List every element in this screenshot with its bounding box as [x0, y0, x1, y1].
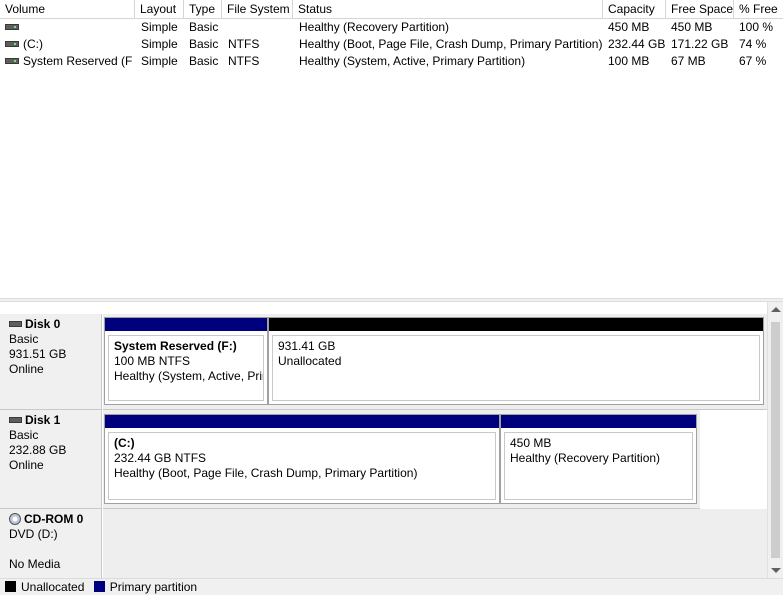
partition-status: Healthy (Recovery Partition): [510, 451, 661, 465]
capacity-cell: 232.44 GB: [608, 37, 665, 51]
volume-row[interactable]: System Reserved (F:) Simple Basic NTFS H…: [0, 53, 783, 70]
disk-name: CD-ROM 0: [24, 512, 84, 526]
scroll-up-icon[interactable]: [771, 307, 781, 312]
disk-label[interactable]: Disk 0 Basic 931.51 GB Online: [0, 314, 102, 410]
partition-type-bar: [501, 415, 696, 428]
disk-kind: DVD (D:): [9, 527, 58, 541]
disk-label[interactable]: Disk 1 Basic 232.88 GB Online: [0, 410, 102, 509]
file-system-cell: [228, 19, 292, 36]
partition-details: 450 MB Healthy (Recovery Partition): [504, 432, 693, 500]
column-header-layout[interactable]: Layout: [135, 0, 184, 18]
drive-icon: [5, 23, 19, 30]
legend-unallocated: Unallocated: [21, 580, 85, 594]
disk-kind: Basic: [9, 332, 39, 346]
disk-row-cdrom-0[interactable]: CD-ROM 0 DVD (D:) No Media: [0, 509, 767, 578]
column-header-type[interactable]: Type: [184, 0, 222, 18]
volume-row[interactable]: Simple Basic Healthy (Recovery Partition…: [0, 19, 783, 36]
percent-free-cell: 74 %: [739, 37, 767, 51]
volume-list-header: Volume Layout Type File System Status Ca…: [0, 0, 783, 19]
disk-kind: Basic: [9, 428, 39, 442]
volume-name: System Reserved (F:): [23, 54, 133, 68]
scroll-thumb[interactable]: [771, 322, 780, 558]
partition-details: 931.41 GB Unallocated: [272, 335, 760, 401]
percent-free-cell: 100 %: [739, 20, 774, 34]
cd-icon: [9, 512, 21, 525]
volume-cell: [5, 19, 133, 36]
drive-icon: [5, 57, 19, 64]
layout-cell: Simple: [141, 54, 178, 68]
status-cell: Healthy (Recovery Partition): [299, 20, 450, 34]
disk-size: [9, 542, 101, 557]
file-system-cell: NTFS: [228, 37, 260, 51]
partition-type-bar: [105, 415, 499, 428]
column-header-capacity[interactable]: Capacity: [603, 0, 666, 18]
type-cell: Basic: [189, 37, 219, 51]
unallocated-swatch: [5, 581, 16, 593]
disk-name: Disk 1: [25, 413, 61, 427]
partition-size-fs: 450 MB: [510, 436, 552, 450]
free-space-cell: 67 MB: [671, 54, 706, 68]
legend-primary: Primary partition: [109, 580, 198, 594]
disk-size: 232.88 GB: [9, 443, 67, 457]
disk-name: Disk 0: [25, 317, 61, 331]
disk-icon: [9, 320, 22, 327]
volume-row[interactable]: (C:) Simple Basic NTFS Healthy (Boot, Pa…: [0, 36, 783, 53]
capacity-cell: 100 MB: [608, 54, 650, 68]
partition-size-fs: 232.44 GB NTFS: [114, 451, 207, 465]
disk-partitions: (C:) 232.44 GB NTFS Healthy (Boot, Page …: [103, 410, 700, 509]
partition-details: (C:) 232.44 GB NTFS Healthy (Boot, Page …: [108, 432, 496, 500]
partition-details: System Reserved (F:) 100 MB NTFS Healthy…: [108, 335, 264, 401]
percent-free-cell: 67 %: [739, 54, 767, 68]
column-header-percent-free[interactable]: % Free: [734, 0, 783, 18]
column-header-status[interactable]: Status: [293, 0, 603, 18]
disk-state: Online: [9, 458, 44, 472]
volume-cell: System Reserved (F:): [5, 53, 133, 70]
layout-cell: Simple: [141, 20, 178, 34]
partition-type-bar: [269, 318, 763, 331]
volume-cell: (C:): [5, 36, 133, 53]
free-space-cell: 450 MB: [671, 20, 713, 34]
disk-row-disk-1[interactable]: Disk 1 Basic 232.88 GB Online (C:) 232.4…: [0, 410, 767, 509]
partition-type-bar: [105, 318, 267, 331]
scroll-down-icon[interactable]: [771, 568, 781, 573]
disk-state: No Media: [9, 557, 61, 571]
column-header-file-system[interactable]: File System: [222, 0, 293, 18]
partition-status: Healthy (System, Active, Primary Partiti…: [114, 369, 263, 383]
disk-map[interactable]: Disk 0 Basic 931.51 GB Online System Res…: [0, 302, 783, 578]
volume-list[interactable]: Volume Layout Type File System Status Ca…: [0, 0, 783, 298]
disk-label[interactable]: CD-ROM 0 DVD (D:) No Media: [0, 509, 102, 578]
file-system-cell: NTFS: [228, 54, 260, 68]
status-cell: Healthy (System, Active, Primary Partiti…: [299, 54, 526, 68]
partition-title: (C:): [114, 436, 135, 450]
drive-icon: [5, 40, 19, 47]
type-cell: Basic: [189, 54, 219, 68]
disk-partitions: [103, 509, 767, 578]
disk-state: Online: [9, 362, 44, 376]
disk-icon: [9, 416, 22, 423]
primary-partition-swatch: [93, 581, 105, 593]
status-cell: Healthy (Boot, Page File, Crash Dump, Pr…: [299, 37, 602, 51]
vertical-scrollbar[interactable]: [767, 302, 783, 578]
capacity-cell: 450 MB: [608, 20, 650, 34]
partition-c-drive[interactable]: (C:) 232.44 GB NTFS Healthy (Boot, Page …: [104, 414, 500, 504]
free-space-cell: 171.22 GB: [671, 37, 729, 51]
partition-size-fs: 931.41 GB: [278, 339, 336, 353]
partition-unallocated[interactable]: 931.41 GB Unallocated: [268, 317, 764, 405]
disk-partitions: System Reserved (F:) 100 MB NTFS Healthy…: [103, 314, 767, 410]
column-header-volume[interactable]: Volume: [0, 0, 135, 18]
column-header-free-space[interactable]: Free Space: [666, 0, 734, 18]
partition-status: Unallocated: [278, 354, 342, 368]
partition-status: Healthy (Boot, Page File, Crash Dump, Pr…: [114, 466, 418, 480]
layout-cell: Simple: [141, 37, 178, 51]
partition-system-reserved[interactable]: System Reserved (F:) 100 MB NTFS Healthy…: [104, 317, 268, 405]
volume-name: (C:): [23, 37, 43, 51]
partition-recovery[interactable]: 450 MB Healthy (Recovery Partition): [500, 414, 697, 504]
partition-title: System Reserved (F:): [114, 339, 237, 353]
disk-row-disk-0[interactable]: Disk 0 Basic 931.51 GB Online System Res…: [0, 314, 767, 410]
legend-bar: Unallocated Primary partition: [0, 578, 783, 595]
type-cell: Basic: [189, 20, 219, 34]
disk-size: 931.51 GB: [9, 347, 67, 361]
partition-size-fs: 100 MB NTFS: [114, 354, 191, 368]
